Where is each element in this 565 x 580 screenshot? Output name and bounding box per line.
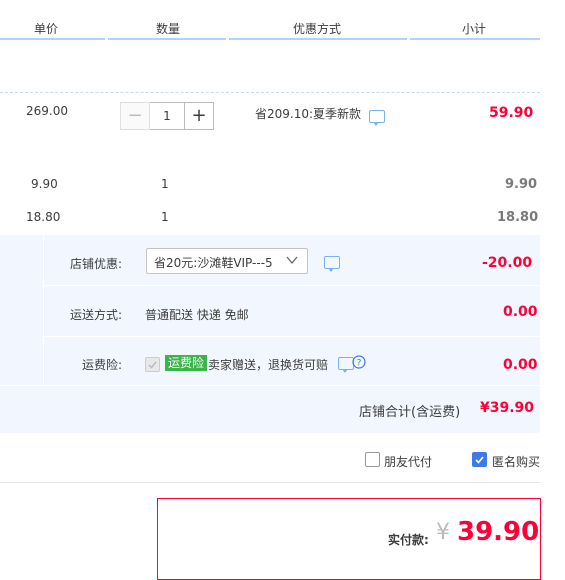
panel-divider: [43, 336, 540, 337]
check-icon: [475, 456, 484, 464]
panel-divider: [43, 235, 44, 385]
item-subtotal: 59.90: [489, 105, 534, 121]
section-divider: [0, 482, 540, 483]
item-qty: 1: [161, 210, 169, 224]
shop-discount-amount: -20.00: [482, 255, 533, 271]
insurance-checkbox[interactable]: [145, 357, 160, 372]
insurance-desc: 卖家赠送，退换货可赔: [208, 358, 329, 372]
item-subtotal: 18.80: [497, 210, 539, 225]
anonymous-label[interactable]: 匿名购买: [492, 453, 540, 470]
decrease-button[interactable]: −: [120, 102, 150, 130]
item-price: 9.90: [31, 177, 58, 191]
payment-amount: 39.90: [457, 517, 540, 547]
insurance-amount: 0.00: [503, 357, 538, 373]
message-icon[interactable]: [369, 110, 385, 126]
check-icon: [148, 361, 157, 369]
shop-total-amount: ¥39.90: [480, 400, 535, 416]
header-underline: [410, 38, 540, 40]
shipping-amount: 0.00: [503, 304, 538, 320]
insurance-label: 运费险:: [82, 358, 123, 372]
help-icon[interactable]: ?: [352, 355, 366, 369]
item-price: 269.00: [26, 104, 68, 118]
col-subtotal-header: 小计: [462, 22, 487, 36]
header-underline: [229, 38, 407, 40]
quantity-stepper[interactable]: − 1 +: [120, 102, 214, 130]
item-price: 18.80: [26, 210, 61, 224]
quantity-input[interactable]: 1: [150, 102, 184, 130]
col-price-header: 单价: [34, 22, 59, 36]
svg-text:?: ?: [357, 359, 362, 369]
shipping-value: 普通配送 快递 免邮: [145, 308, 249, 322]
col-discount-header: 优惠方式: [293, 22, 342, 36]
shop-discount-select[interactable]: 省20元:沙滩鞋VIP---5: [146, 248, 308, 274]
item-qty: 1: [161, 177, 169, 191]
col-qty-header: 数量: [156, 22, 181, 36]
shop-total-label: 店铺合计(含运费): [359, 405, 461, 420]
shop-discount-select-value: 省20元:沙滩鞋VIP---5: [154, 256, 273, 270]
shop-discount-label: 店铺优惠:: [70, 257, 123, 271]
increase-button[interactable]: +: [184, 102, 214, 130]
chevron-down-icon: [286, 256, 298, 265]
item-subtotal: 9.90: [505, 177, 538, 192]
payment-label: 实付款:: [388, 533, 429, 547]
anonymous-checkbox[interactable]: [472, 452, 487, 467]
row-divider: [0, 92, 540, 93]
cart-header: 单价 数量 优惠方式 小计: [0, 0, 540, 40]
friend-pay-label[interactable]: 朋友代付: [384, 453, 432, 470]
item-discount: 省209.10:夏季新款: [255, 107, 362, 121]
header-underline: [108, 38, 226, 40]
payment-summary-box: 实付款: ¥ 39.90: [157, 498, 541, 580]
panel-divider: [43, 285, 540, 286]
payment-currency: ¥: [436, 520, 450, 545]
message-icon[interactable]: [324, 256, 340, 272]
insurance-tag: 运费险: [165, 355, 208, 371]
panel-divider: [0, 385, 540, 386]
shipping-label: 运送方式:: [70, 308, 123, 322]
header-underline: [0, 38, 105, 40]
friend-pay-checkbox[interactable]: [365, 452, 380, 467]
